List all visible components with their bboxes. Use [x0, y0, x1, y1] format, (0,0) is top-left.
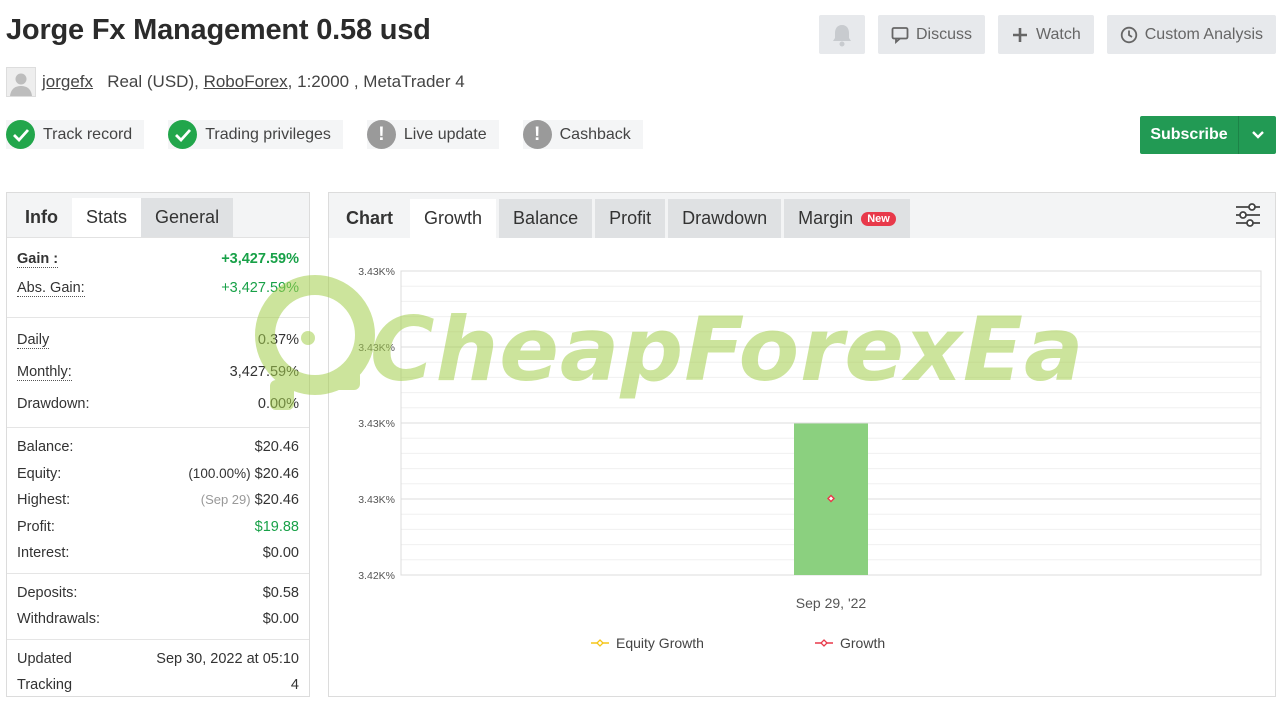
legend-marker: [596, 639, 604, 647]
updated-value: Sep 30, 2022 at 05:10: [156, 650, 299, 667]
legend-label: Growth: [840, 635, 885, 651]
legend-label: Equity Growth: [616, 635, 704, 651]
badge-label: Cashback: [559, 125, 631, 143]
chart-panel: Chart Growth Balance Profit Drawdown Mar…: [328, 192, 1276, 697]
tracking-value: 4: [290, 677, 299, 694]
custom-analysis-button[interactable]: Custom Analysis: [1106, 15, 1276, 54]
deposits-value: $0.58: [262, 584, 299, 601]
discuss-label: Discuss: [915, 25, 972, 43]
check-icon: [6, 120, 35, 149]
watch-label: Watch: [1035, 25, 1081, 43]
chart-settings-button[interactable]: [1235, 203, 1261, 232]
drawdown-value: 0.00%: [257, 396, 299, 412]
profit-value: $19.88: [254, 518, 299, 535]
badge-label: Trading privileges: [205, 125, 331, 143]
equity-label: Equity:: [17, 465, 62, 482]
owner-row: jorgefx Real (USD), RoboForex , 1:2000 ,…: [6, 67, 465, 97]
updated-label: Updated: [17, 650, 72, 667]
deposits-label: Deposits:: [17, 584, 78, 601]
custom-analysis-label: Custom Analysis: [1144, 25, 1263, 43]
exclamation-icon: !: [366, 120, 396, 149]
tracking-label: Tracking: [17, 677, 73, 694]
discuss-button[interactable]: Discuss: [877, 15, 985, 54]
badge-cashback[interactable]: ! Cashback: [522, 120, 643, 149]
badge-label: Track record: [43, 125, 133, 143]
top-actions: Discuss Watch Custom Analysis: [818, 15, 1276, 54]
gain-label[interactable]: Gain :: [17, 251, 59, 268]
comment-icon: [891, 26, 909, 44]
x-tick-label: Sep 29, '22: [796, 595, 867, 611]
tab-profit[interactable]: Profit: [595, 199, 666, 238]
monthly-value: 3,427.59%: [229, 364, 299, 380]
balance-label: Balance:: [17, 439, 74, 456]
tab-growth[interactable]: Growth: [410, 199, 497, 238]
interest-value: $0.00: [262, 545, 299, 562]
monthly-label[interactable]: Monthly:: [17, 364, 72, 381]
tab-margin-label: Margin: [798, 208, 854, 228]
tab-stats[interactable]: Stats: [72, 198, 142, 237]
verification-badges: Track record Trading privileges ! Live u…: [6, 120, 643, 149]
subscribe-label: Subscribe: [1140, 116, 1239, 154]
highest-label: Highest:: [17, 492, 71, 509]
tab-general[interactable]: General: [141, 198, 234, 237]
tab-info[interactable]: Info: [11, 198, 72, 237]
plus-icon: [1012, 27, 1027, 42]
y-tick-label: 3.43K%: [358, 266, 395, 278]
withdrawals-label: Withdrawals:: [17, 611, 100, 628]
daily-value: 0.37%: [257, 332, 299, 348]
tab-margin[interactable]: Margin New: [784, 199, 910, 238]
badge-live-update[interactable]: ! Live update: [366, 120, 499, 149]
notification-button[interactable]: [818, 15, 865, 54]
y-tick-label: 3.42K%: [358, 570, 395, 582]
growth-chart[interactable]: 3.43K% 3.43K% 3.43K% 3.43K% 3.42K% Sep 29, '2…: [329, 238, 1275, 696]
abs-gain-label[interactable]: Abs. Gain:: [17, 280, 85, 297]
account-details: , 1:2000 , MetaTrader 4: [287, 72, 465, 91]
exclamation-icon: !: [522, 120, 552, 149]
withdrawals-value: $0.00: [262, 611, 299, 628]
tab-balance[interactable]: Balance: [499, 199, 593, 238]
check-icon: [168, 120, 198, 149]
broker-link[interactable]: RoboForex: [204, 72, 288, 92]
badge-label: Live update: [403, 125, 487, 143]
badge-track-record[interactable]: Track record: [6, 120, 145, 149]
daily-label[interactable]: Daily: [17, 332, 50, 349]
gain-value: +3,427.59%: [221, 251, 299, 267]
balance-value: $20.46: [254, 439, 299, 456]
y-tick-label: 3.43K%: [358, 418, 395, 430]
clock-icon: [1120, 26, 1137, 43]
chart-tabs: Chart Growth Balance Profit Drawdown Mar…: [329, 193, 1275, 238]
chevron-down-icon: [1251, 131, 1264, 139]
badge-trading-privileges[interactable]: Trading privileges: [168, 120, 343, 149]
y-tick-label: 3.43K%: [358, 342, 395, 354]
account-type: Real (USD),: [107, 72, 199, 91]
y-tick-label: 3.43K%: [358, 494, 395, 506]
highest-value: $20.46: [254, 492, 299, 509]
legend-marker: [820, 639, 828, 647]
tab-chart: Chart: [346, 208, 394, 228]
tab-drawdown[interactable]: Drawdown: [668, 199, 782, 238]
profit-label: Profit:: [17, 518, 55, 535]
stats-tabs: Info Stats General: [7, 193, 309, 238]
page-title: Jorge Fx Management 0.58 usd: [6, 14, 431, 46]
abs-gain-value: +3,427.59%: [221, 280, 299, 296]
equity-percent: (100.00%): [188, 465, 251, 481]
subscribe-button[interactable]: Subscribe: [1140, 116, 1276, 154]
watch-button[interactable]: Watch: [997, 15, 1094, 54]
avatar[interactable]: [6, 67, 36, 97]
drawdown-label: Drawdown:: [17, 396, 90, 412]
interest-label: Interest:: [17, 545, 70, 562]
user-icon: [10, 73, 32, 96]
equity-value: $20.46: [254, 465, 299, 482]
owner-username-link[interactable]: jorgefx: [42, 72, 93, 92]
highest-date: (Sep 29): [200, 492, 251, 508]
subscribe-dropdown[interactable]: [1239, 116, 1276, 154]
new-badge: New: [861, 211, 896, 226]
stats-panel: Info Stats General Gain : +3,427.59% Abs…: [6, 192, 310, 697]
bell-icon: [832, 24, 851, 46]
sliders-icon: [1236, 203, 1260, 227]
